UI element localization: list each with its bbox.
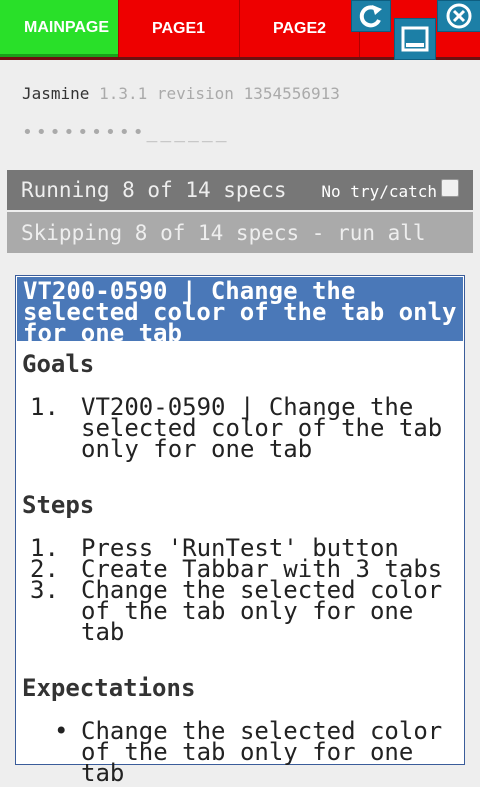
jasmine-version: 1.3.1 revision 1354556913 (99, 84, 340, 103)
minimize-icon (401, 26, 429, 52)
list-item: 1. VT200-0590 | Change the selected color… (30, 393, 443, 463)
jasmine-version-line: Jasmine 1.3.1 revision 1354556913 (22, 84, 340, 103)
tab-label: MAINPAGE (24, 18, 110, 36)
close-icon (446, 3, 472, 29)
spec-progress-dots: •••••••••______ (22, 122, 230, 143)
refresh-icon (359, 5, 382, 28)
tab-page1[interactable]: PAGE1 (118, 0, 239, 57)
trycatch-checkbox[interactable] (441, 178, 459, 197)
minimize-button[interactable] (394, 18, 436, 60)
tab-label: PAGE2 (272, 19, 327, 37)
jasmine-name: Jasmine (22, 84, 90, 103)
spec-panel: VT200-0590 | Change the selected color o… (15, 275, 465, 785)
trycatch-label: No try/catch (321, 182, 437, 201)
skipping-alert[interactable]: Skipping 8 of 14 specs - run all (7, 212, 473, 253)
trycatch-toggle[interactable]: No try/catch (321, 178, 459, 201)
expectations-list: • Change the selected color of the tab on… (16, 717, 456, 787)
tab-page2[interactable]: PAGE2 (239, 0, 360, 57)
goals-list: 1. VT200-0590 | Change the selected color… (16, 393, 456, 463)
list-item: 3. Change the selected color of the tab o… (30, 576, 443, 646)
goals-heading: Goals (22, 350, 95, 378)
spec-title: VT200-0590 | Change the selected color o… (17, 277, 463, 345)
skipping-text[interactable]: Skipping 8 of 14 specs - run all (21, 221, 426, 245)
expectations-heading: Expectations (22, 674, 196, 702)
refresh-button[interactable] (351, 0, 391, 32)
running-text: Running 8 of 14 specs (21, 178, 287, 202)
list-item: • Change the selected color of the tab on… (54, 717, 443, 787)
steps-list: 1. Press 'RunTest' button 2. Create Tabbar… (16, 536, 456, 646)
steps-heading: Steps (22, 491, 95, 519)
running-alert: Running 8 of 14 specs No try/catch (7, 170, 473, 210)
tab-mainpage[interactable]: MAINPAGE (0, 0, 118, 57)
tab-label: PAGE1 (151, 19, 206, 37)
close-button[interactable] (437, 0, 480, 32)
